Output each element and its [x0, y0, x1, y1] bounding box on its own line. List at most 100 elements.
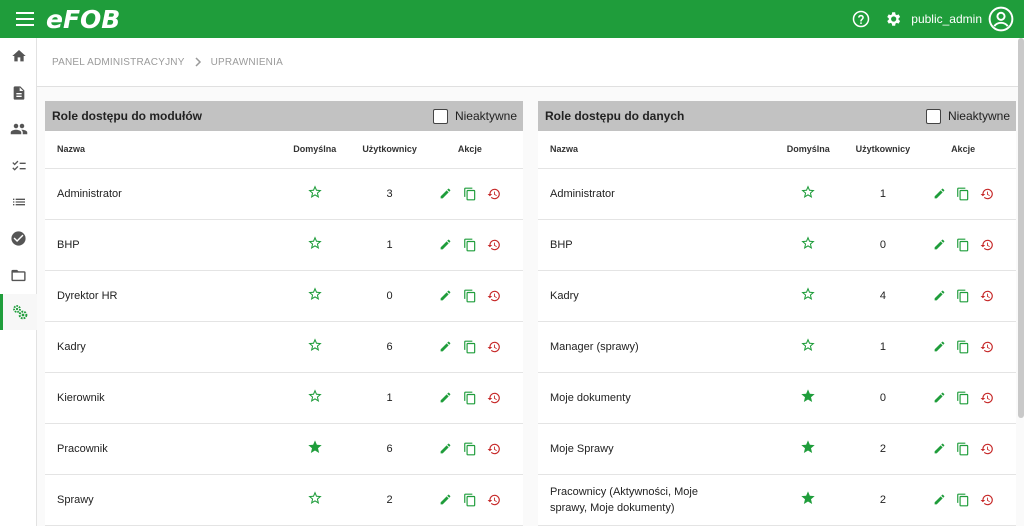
app-logo[interactable]: eFOB: [46, 5, 120, 34]
default-cell: [267, 219, 363, 271]
table-row[interactable]: Kadry 6: [45, 321, 523, 373]
copy-icon[interactable]: [462, 237, 478, 253]
breadcrumb-item-admin-panel[interactable]: PANEL ADMINISTRACYJNY: [52, 57, 185, 68]
copy-icon[interactable]: [462, 186, 478, 202]
table-row[interactable]: Pracownicy (Aktywności, Moje sprawy, Moj…: [538, 474, 1016, 526]
star-outline-icon[interactable]: [800, 184, 816, 200]
history-icon[interactable]: [486, 186, 502, 202]
history-icon[interactable]: [486, 237, 502, 253]
history-icon[interactable]: [979, 237, 995, 253]
edit-pencil-icon[interactable]: [438, 492, 454, 508]
sidebar-item-tasks[interactable]: [0, 221, 37, 258]
table-row[interactable]: Pracownik 6: [45, 423, 523, 475]
copy-icon[interactable]: [462, 390, 478, 406]
page-scrollbar[interactable]: [1018, 38, 1024, 418]
column-header-default[interactable]: Domyślna: [760, 131, 856, 169]
history-icon[interactable]: [979, 288, 995, 304]
copy-icon[interactable]: [462, 492, 478, 508]
star-filled-icon[interactable]: [800, 439, 816, 455]
column-header-users[interactable]: Użytkownicy: [362, 131, 417, 169]
edit-pencil-icon[interactable]: [931, 390, 947, 406]
history-icon[interactable]: [486, 441, 502, 457]
sidebar-item-people[interactable]: [0, 111, 37, 148]
star-outline-icon[interactable]: [307, 286, 323, 302]
history-icon[interactable]: [486, 288, 502, 304]
history-icon[interactable]: [979, 339, 995, 355]
history-icon[interactable]: [979, 390, 995, 406]
edit-pencil-icon[interactable]: [438, 186, 454, 202]
sidebar-item-checklist[interactable]: [0, 148, 37, 185]
column-header-default[interactable]: Domyślna: [267, 131, 363, 169]
role-name: Moje dokumenty: [538, 372, 761, 424]
table-row[interactable]: Kierownik 1: [45, 372, 523, 424]
star-outline-icon[interactable]: [307, 235, 323, 251]
user-account-button[interactable]: [988, 6, 1014, 32]
column-header-name[interactable]: Nazwa: [538, 131, 761, 169]
star-outline-icon[interactable]: [307, 184, 323, 200]
edit-pencil-icon[interactable]: [438, 390, 454, 406]
table-row[interactable]: BHP 1: [45, 219, 523, 271]
column-header-name[interactable]: Nazwa: [45, 131, 268, 169]
table-row[interactable]: BHP 0: [538, 219, 1016, 271]
inactive-toggle[interactable]: Nieaktywne: [432, 101, 517, 131]
edit-pencil-icon[interactable]: [931, 339, 947, 355]
edit-pencil-icon[interactable]: [438, 237, 454, 253]
copy-icon[interactable]: [955, 441, 971, 457]
copy-icon[interactable]: [462, 288, 478, 304]
column-header-users[interactable]: Użytkownicy: [855, 131, 911, 169]
user-name[interactable]: public_admin: [911, 12, 982, 26]
table-row[interactable]: Sprawy 2: [45, 474, 523, 526]
history-icon[interactable]: [979, 186, 995, 202]
copy-icon[interactable]: [462, 339, 478, 355]
edit-pencil-icon[interactable]: [438, 441, 454, 457]
sidebar-item-documents[interactable]: [0, 75, 37, 112]
star-filled-icon[interactable]: [800, 388, 816, 404]
sidebar-item-folders[interactable]: [0, 257, 37, 294]
table-row[interactable]: Manager (sprawy) 1: [538, 321, 1016, 373]
copy-icon[interactable]: [955, 339, 971, 355]
star-outline-icon[interactable]: [800, 337, 816, 353]
copy-icon[interactable]: [955, 237, 971, 253]
sidebar-item-admin-settings[interactable]: [0, 293, 37, 330]
edit-pencil-icon[interactable]: [931, 492, 947, 508]
history-icon[interactable]: [486, 492, 502, 508]
copy-icon[interactable]: [955, 186, 971, 202]
edit-pencil-icon[interactable]: [931, 441, 947, 457]
users-count: 1: [362, 219, 417, 271]
history-icon[interactable]: [486, 339, 502, 355]
default-cell: [760, 321, 856, 373]
star-outline-icon[interactable]: [307, 490, 323, 506]
star-filled-icon[interactable]: [800, 490, 816, 506]
table-row[interactable]: Moje Sprawy 2: [538, 423, 1016, 475]
inactive-toggle[interactable]: Nieaktywne: [925, 101, 1010, 131]
copy-icon[interactable]: [462, 441, 478, 457]
inactive-checkbox[interactable]: [432, 108, 448, 124]
sidebar-item-list[interactable]: [0, 184, 37, 221]
edit-pencil-icon[interactable]: [438, 339, 454, 355]
star-outline-icon[interactable]: [307, 388, 323, 404]
table-row[interactable]: Dyrektor HR 0: [45, 270, 523, 322]
star-outline-icon[interactable]: [800, 286, 816, 302]
table-row[interactable]: Administrator 1: [538, 168, 1016, 220]
copy-icon[interactable]: [955, 288, 971, 304]
star-filled-icon[interactable]: [307, 439, 323, 455]
edit-pencil-icon[interactable]: [931, 186, 947, 202]
sidebar-item-home[interactable]: [0, 38, 37, 75]
history-icon[interactable]: [979, 441, 995, 457]
settings-button[interactable]: [881, 7, 905, 31]
star-outline-icon[interactable]: [307, 337, 323, 353]
copy-icon[interactable]: [955, 390, 971, 406]
edit-pencil-icon[interactable]: [438, 288, 454, 304]
history-icon[interactable]: [979, 492, 995, 508]
table-row[interactable]: Moje dokumenty 0: [538, 372, 1016, 424]
star-outline-icon[interactable]: [800, 235, 816, 251]
table-row[interactable]: Kadry 4: [538, 270, 1016, 322]
help-button[interactable]: [849, 7, 873, 31]
edit-pencil-icon[interactable]: [931, 237, 947, 253]
history-icon[interactable]: [486, 390, 502, 406]
inactive-checkbox[interactable]: [925, 108, 941, 124]
table-row[interactable]: Administrator 3: [45, 168, 523, 220]
edit-pencil-icon[interactable]: [931, 288, 947, 304]
hamburger-menu-button[interactable]: [6, 0, 44, 38]
copy-icon[interactable]: [955, 492, 971, 508]
